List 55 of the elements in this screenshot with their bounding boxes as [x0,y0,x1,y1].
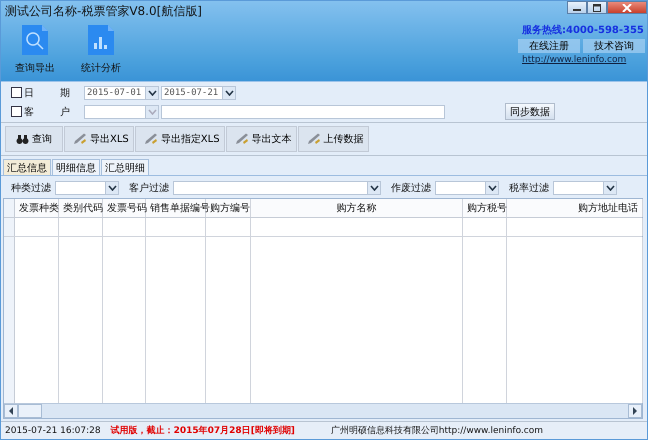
date-from-field[interactable]: 2015-07-01 [84,86,159,100]
filter-label: 种类过滤 [11,182,51,195]
toolbar-button[interactable]: 查询 [5,126,63,152]
pen-icon [73,133,87,145]
header-button[interactable]: 技术咨询 [583,39,645,53]
date-label: 日 期 [24,86,70,100]
website-link[interactable]: http://www.leninfo.com [518,55,626,65]
binoculars-icon [16,134,29,144]
filter-label: 客户过滤 [129,182,169,195]
tab[interactable]: 明细信息 [52,159,100,175]
toolbar-button[interactable]: 上传数据 [298,126,369,152]
column-header[interactable]: 发票号码 [103,199,146,217]
column-header[interactable]: 发票种类 [15,199,59,217]
customer-label: 客 户 [24,106,70,118]
column-header[interactable]: 购方名称 [251,199,463,217]
maximize-icon [592,4,602,12]
tool-label[interactable]: 查询导出 [15,61,55,75]
window-title: 测试公司名称-税票管家V8.0[航信版] [4,3,202,20]
scrollbar-thumb[interactable] [18,404,42,418]
scroll-left-button[interactable] [4,404,18,418]
toolbar-button[interactable]: 导出XLS [64,126,134,152]
column-header[interactable]: 类别代码 [59,199,103,217]
close-icon [622,4,632,12]
horizontal-scrollbar[interactable] [4,403,642,418]
minimize-button[interactable] [567,1,587,14]
filter-label: 税率过滤 [509,182,549,195]
status-url: http://www.leninfo.com [438,426,544,436]
customer-input-field[interactable] [161,104,445,118]
status-datetime: 2015-07-21 16:07:28 [5,426,101,436]
column-header[interactable]: 购方地址电话 [507,199,643,217]
bar-chart-icon[interactable] [86,23,116,57]
date-to-field[interactable]: 2015-07-21 [161,86,236,100]
column-header[interactable]: 购方税号 [463,199,507,217]
filter-label: 作废过滤 [391,182,431,195]
left-arrow-icon [8,407,14,415]
header-button[interactable]: 在线注册 [518,39,580,53]
right-arrow-icon [632,407,638,415]
sync-button[interactable]: 同步数据 [505,103,555,120]
scroll-right-button[interactable] [628,404,642,418]
tab[interactable]: 汇总信息 [3,159,51,175]
hotline-text: 服务热线:4000-598-355 [520,24,644,37]
tool-label[interactable]: 统计分析 [81,61,121,75]
search-icon[interactable] [20,23,50,57]
tab[interactable]: 汇总明细 [101,159,149,175]
trial-notice: 试用版，截止：2015年07月28日[即将到期] [110,424,295,437]
pen-icon [234,133,249,145]
date-checkbox[interactable] [11,87,22,98]
maximize-button[interactable] [587,1,607,14]
toolbar-button[interactable]: 导出指定XLS [134,126,225,152]
close-button[interactable] [607,1,647,14]
company-name: 广州明硕信息科技有限公司 [330,424,439,437]
pen-icon [306,133,321,145]
toolbar-button[interactable]: 导出文本 [226,126,297,152]
pen-icon [144,133,158,145]
customer-checkbox[interactable] [11,106,22,117]
